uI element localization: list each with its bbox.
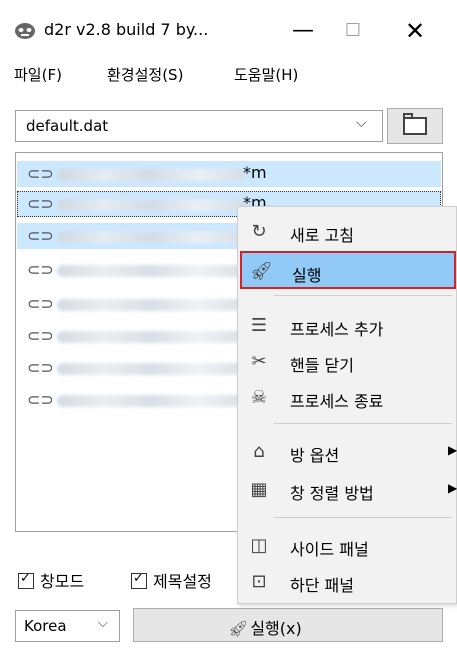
menu-item-bottom-panel[interactable]: ⊡ 하단 패널 (240, 563, 456, 601)
menu-item-label: 프로세스 추가 (290, 320, 384, 339)
link-icon: ⊂⊃ (27, 294, 54, 313)
account-row[interactable]: ⊂⊃ *m (17, 161, 441, 187)
profile-file-value: default.dat (26, 117, 109, 135)
run-button[interactable]: 🚀︎ 실행(x) (133, 608, 443, 642)
account-suffix: *m (243, 163, 267, 182)
menu-item-side-panel[interactable]: ◫ 사이드 패널 (240, 527, 456, 565)
chevron-down-icon: ⌵ (98, 616, 108, 631)
room-icon: ⌂ (253, 441, 265, 462)
side-panel-icon: ◫ (250, 535, 268, 556)
maximize-button[interactable]: ☐ (330, 14, 376, 48)
rocket-icon: 🚀︎ (250, 261, 273, 282)
menu-item-label: 창 정렬 방법 (290, 484, 374, 503)
region-value: Korea (24, 617, 67, 635)
submenu-arrow-icon: ▶ (448, 481, 457, 495)
redacted-account-name (57, 395, 245, 407)
minimize-button[interactable]: — (280, 14, 326, 48)
list-add-icon: ☰ (250, 315, 268, 336)
redacted-account-name (57, 169, 245, 181)
window-mode-checkbox[interactable]: 창모드 (18, 568, 84, 592)
redacted-account-name (57, 231, 245, 243)
menu-item-run[interactable]: 🚀︎ 실행 (240, 251, 456, 289)
menu-item-label: 핸들 닫기 (290, 356, 354, 375)
submenu-arrow-icon: ▶ (448, 443, 457, 457)
title-setting-checkbox[interactable]: 제목설정 (131, 568, 212, 592)
menu-item-label: 실행 (292, 266, 322, 285)
menu-item-label: 프로세스 종료 (290, 392, 384, 411)
link-icon: ⊂⊃ (27, 326, 54, 345)
redacted-account-name (57, 299, 245, 311)
link-icon: ⊂⊃ (27, 260, 54, 279)
link-icon: ⊂⊃ (27, 164, 54, 183)
grid-icon: ▦ (250, 479, 268, 500)
menu-item-label: 사이드 패널 (290, 540, 369, 559)
link-icon: ⊂⊃ (27, 226, 54, 245)
menu-item-close-handle[interactable]: ✂ 핸들 닫기 (240, 343, 456, 381)
skull-icon: ☠ (250, 387, 268, 408)
folder-icon (403, 113, 427, 135)
refresh-icon: ↻ (251, 221, 267, 242)
redacted-account-name (57, 331, 245, 343)
tools-icon: ✂ (251, 351, 267, 372)
menu-item-refresh[interactable]: ↻ 새로 고침 (240, 213, 456, 251)
menu-item-add-process[interactable]: ☰ 프로세스 추가 (240, 307, 456, 345)
profile-file-select[interactable]: default.dat ⌵ (15, 110, 383, 142)
window-title: d2r v2.8 build 7 by... (44, 20, 209, 39)
menu-file[interactable]: 파일(F) (14, 64, 62, 85)
link-icon: ⊂⊃ (27, 358, 54, 377)
menu-separator (274, 517, 452, 518)
menu-item-window-arrange[interactable]: ▦ 창 정렬 방법 ▶ (240, 471, 457, 509)
redacted-account-name (57, 363, 245, 375)
menu-settings[interactable]: 환경설정(S) (107, 64, 183, 85)
link-icon: ⊂⊃ (27, 390, 54, 409)
open-folder-button[interactable] (387, 108, 443, 144)
title-setting-label: 제목설정 (153, 572, 212, 591)
run-button-label: 실행(x) (250, 619, 302, 638)
app-icon (15, 23, 35, 39)
window-mode-label: 창모드 (40, 572, 85, 591)
chevron-down-icon: ⌵ (356, 115, 367, 131)
menu-item-label: 새로 고침 (290, 226, 354, 245)
checkbox-icon (18, 571, 34, 589)
menu-separator (274, 423, 452, 424)
menu-item-end-process[interactable]: ☠ 프로세스 종료 (240, 379, 456, 417)
menu-item-label: 하단 패널 (290, 576, 354, 595)
menu-item-room-options[interactable]: ⌂ 방 옵션 ▶ (240, 433, 457, 471)
menu-help[interactable]: 도움말(H) (234, 64, 298, 85)
menu-item-label: 방 옵션 (290, 446, 340, 465)
context-menu: ↻ 새로 고침 🚀︎ 실행 ☰ 프로세스 추가 ✂ 핸들 닫기 ☠ 프로세스 종… (237, 206, 457, 604)
bottom-panel-icon: ⊡ (251, 571, 267, 592)
redacted-account-name (57, 265, 245, 277)
rocket-icon: 🚀︎ (228, 619, 249, 638)
region-select[interactable]: Korea ⌵ (15, 610, 120, 642)
checkbox-icon (131, 571, 147, 589)
redacted-account-name (57, 199, 245, 211)
link-icon: ⊂⊃ (27, 194, 54, 213)
menu-bar (0, 60, 457, 90)
menu-separator (274, 295, 452, 296)
close-button[interactable]: ✕ (392, 14, 438, 48)
